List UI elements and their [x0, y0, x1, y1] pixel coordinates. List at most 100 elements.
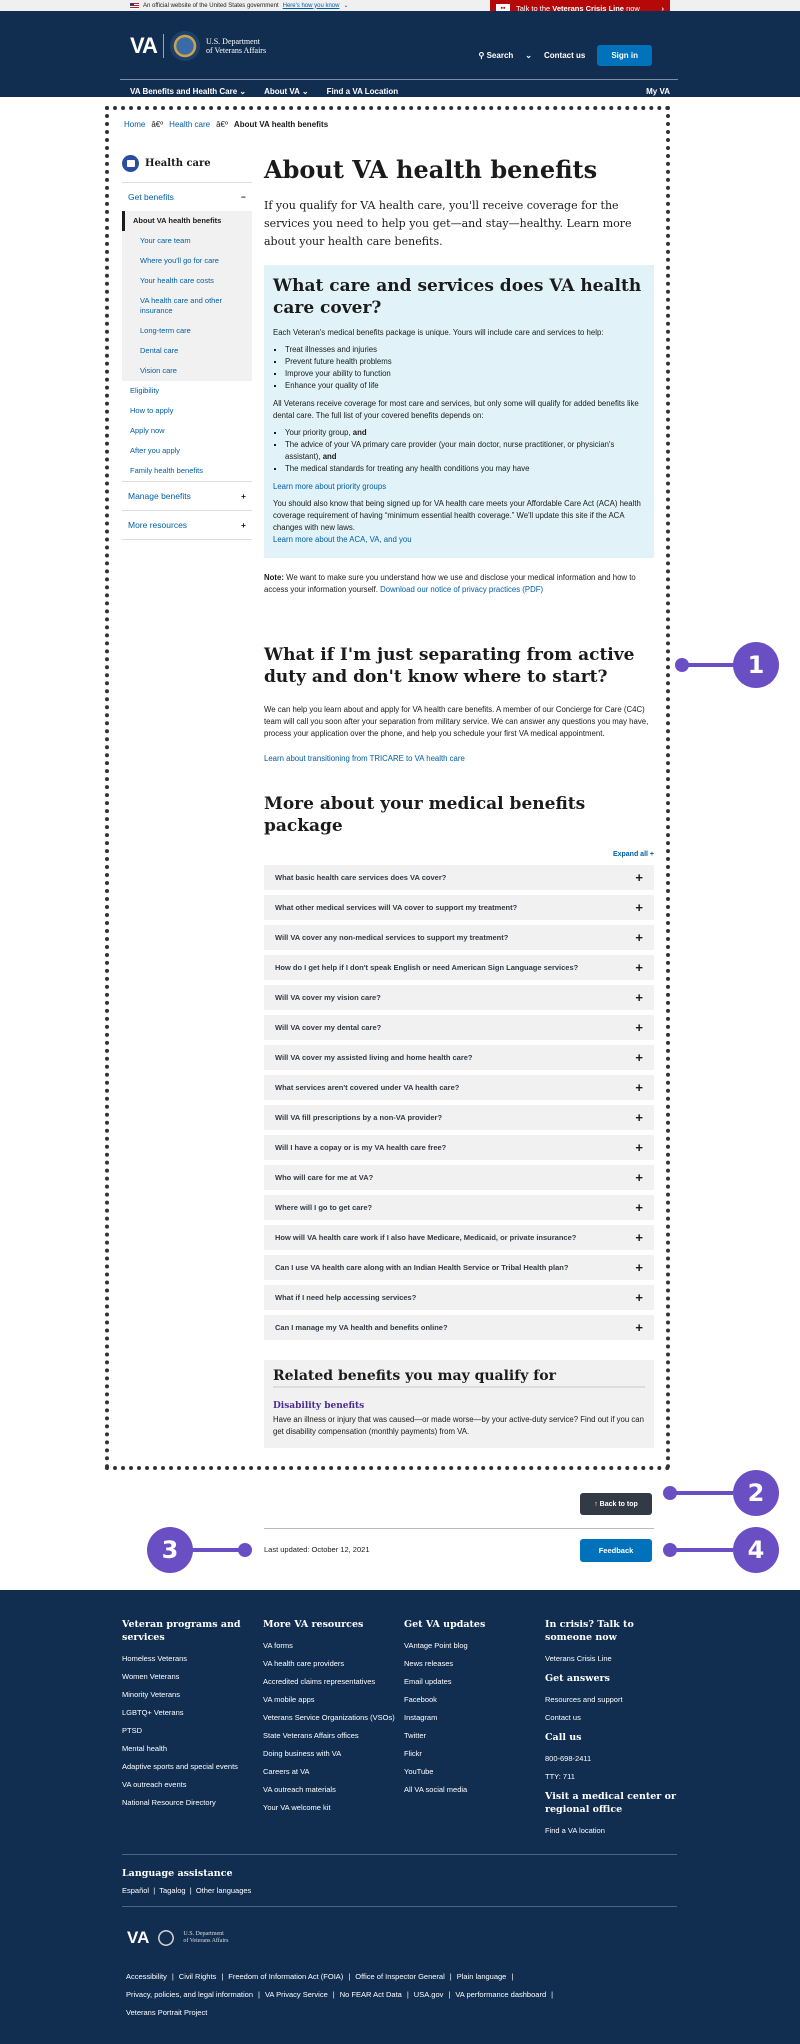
footer-link[interactable]: VA forms [263, 1641, 404, 1651]
legal-link[interactable]: VA Privacy Service [265, 1990, 328, 1999]
footer-link[interactable]: National Resource Directory [122, 1798, 263, 1808]
footer-link[interactable]: News releases [404, 1659, 545, 1669]
sidebar-link[interactable]: Apply now [122, 421, 252, 441]
footer-link[interactable]: Contact us [545, 1713, 680, 1723]
footer-link[interactable]: TTY: 711 [545, 1772, 680, 1782]
footer-link[interactable]: Adaptive sports and special events [122, 1762, 263, 1772]
footer-link[interactable]: Women Veterans [122, 1672, 263, 1682]
footer-link[interactable]: 800-698-2411 [545, 1754, 680, 1764]
legal-link[interactable]: No FEAR Act Data [340, 1990, 402, 1999]
disability-benefits-link[interactable]: Disability benefits [273, 1400, 645, 1412]
breadcrumb-home[interactable]: Home [124, 120, 145, 129]
sidebar-item[interactable]: VA health care and other insurance [122, 291, 252, 321]
footer-link[interactable]: Flickr [404, 1749, 545, 1759]
footer-link[interactable]: Veterans Service Organizations (VSOs) [263, 1713, 404, 1723]
footer-link[interactable]: State Veterans Affairs offices [263, 1731, 404, 1741]
footer-link[interactable]: PTSD [122, 1726, 263, 1736]
sidebar-link[interactable]: Family health benefits [122, 461, 252, 482]
footer-link[interactable]: VA outreach events [122, 1780, 263, 1790]
footer-link[interactable]: Instagram [404, 1713, 545, 1723]
priority-groups-link[interactable]: Learn more about priority groups [273, 482, 386, 491]
footer-link[interactable]: Resources and support [545, 1695, 680, 1705]
legal-link[interactable]: Veterans Portrait Project [126, 2008, 207, 2017]
nav-benefits[interactable]: VA Benefits and Health Care ⌄ [130, 87, 246, 96]
accordion-item[interactable]: What basic health care services does VA … [264, 865, 654, 890]
sidebar-item[interactable]: Long-term care [122, 321, 252, 341]
legal-link[interactable]: Accessibility [126, 1972, 167, 1981]
sidebar-item[interactable]: Your care team [122, 231, 252, 251]
legal-link[interactable]: Privacy, policies, and legal information [126, 1990, 253, 1999]
accordion-item[interactable]: What services aren't covered under VA he… [264, 1075, 654, 1100]
accordion-item[interactable]: What if I need help accessing services? + [264, 1285, 654, 1310]
footer-link[interactable]: Find a VA location [545, 1826, 680, 1836]
accordion-item[interactable]: Will I have a copay or is my VA health c… [264, 1135, 654, 1160]
nav-about-va[interactable]: About VA ⌄ [264, 87, 308, 96]
legal-link[interactable]: Office of Inspector General [355, 1972, 445, 1981]
nav-find-location[interactable]: Find a VA Location [327, 87, 399, 96]
accordion-item[interactable]: Can I use VA health care along with an I… [264, 1255, 654, 1280]
footer-link[interactable]: Careers at VA [263, 1767, 404, 1777]
legal-link[interactable]: Freedom of Information Act (FOIA) [228, 1972, 343, 1981]
footer-link[interactable]: Your VA welcome kit [263, 1803, 404, 1813]
footer-link[interactable]: Doing business with VA [263, 1749, 404, 1759]
va-logo[interactable]: VA U.S. Department of Veterans Affairs [130, 31, 266, 61]
footer-link[interactable]: VA health care providers [263, 1659, 404, 1669]
accordion-item[interactable]: Will VA cover any non-medical services t… [264, 925, 654, 950]
accordion-item[interactable]: Will VA cover my dental care? + [264, 1015, 654, 1040]
sidebar-item-active[interactable]: About VA health benefits [122, 211, 252, 231]
sidebar-item[interactable]: Where you'll go for care [122, 251, 252, 271]
privacy-pdf-link[interactable]: Download our notice of privacy practices… [380, 585, 543, 594]
footer-link[interactable]: YouTube [404, 1767, 545, 1777]
lang-other[interactable]: Other languages [196, 1886, 251, 1895]
footer-link[interactable]: Minority Veterans [122, 1690, 263, 1700]
footer-link[interactable]: All VA social media [404, 1785, 545, 1795]
legal-link[interactable]: VA performance dashboard [455, 1990, 546, 1999]
accordion-item[interactable]: How will VA health care work if I also h… [264, 1225, 654, 1250]
sidebar-item[interactable]: Your health care costs [122, 271, 252, 291]
accordion-item[interactable]: Where will I go to get care? + [264, 1195, 654, 1220]
footer-link[interactable]: Facebook [404, 1695, 545, 1705]
footer-link[interactable]: VA mobile apps [263, 1695, 404, 1705]
breadcrumb-health-care[interactable]: Health care [169, 120, 210, 129]
sign-in-button[interactable]: Sign in [597, 45, 652, 66]
back-to-top-button[interactable]: ↑ Back to top [580, 1493, 652, 1515]
search-button[interactable]: ⚲ Search [479, 51, 514, 60]
footer-link[interactable]: LGBTQ+ Veterans [122, 1708, 263, 1718]
sidebar-item[interactable]: Vision care [122, 361, 252, 381]
feedback-button[interactable]: Feedback [580, 1539, 652, 1562]
accordion-item[interactable]: What other medical services will VA cove… [264, 895, 654, 920]
lang-espanol[interactable]: Español [122, 1886, 149, 1895]
footer-link[interactable]: Accredited claims representatives [263, 1677, 404, 1687]
sidebar-link[interactable]: Eligibility [122, 381, 252, 401]
sidebar-section-more-resources[interactable]: More resources + [122, 511, 252, 540]
accordion-item[interactable]: Will VA cover my assisted living and hom… [264, 1045, 654, 1070]
lang-tagalog[interactable]: Tagalog [159, 1886, 185, 1895]
footer-va-logo[interactable]: VA U.S. Department of Veterans Affairs [127, 1927, 228, 1949]
footer-link[interactable]: VA outreach materials [263, 1785, 404, 1795]
expand-all-button[interactable]: Expand all + [264, 851, 654, 858]
footer-link[interactable]: Twitter [404, 1731, 545, 1741]
aca-link[interactable]: Learn more about the ACA, VA, and you [273, 535, 412, 544]
sidebar-item[interactable]: Dental care [122, 341, 252, 361]
footer-link[interactable]: Homeless Veterans [122, 1654, 263, 1664]
how-you-know-link[interactable]: Here's how you know [283, 3, 340, 9]
sidebar-link[interactable]: After you apply [122, 441, 252, 461]
legal-link[interactable]: Civil Rights [179, 1972, 217, 1981]
accordion-item[interactable]: Can I manage my VA health and benefits o… [264, 1315, 654, 1340]
legal-link[interactable]: USA.gov [414, 1990, 444, 1999]
sidebar-section-manage-benefits[interactable]: Manage benefits + [122, 482, 252, 511]
accordion-item[interactable]: Will VA cover my vision care? + [264, 985, 654, 1010]
footer-link[interactable]: VAntage Point blog [404, 1641, 545, 1651]
accordion-item[interactable]: Who will care for me at VA? + [264, 1165, 654, 1190]
accordion-item[interactable]: How do I get help if I don't speak Engli… [264, 955, 654, 980]
footer-link[interactable]: Veterans Crisis Line [545, 1654, 680, 1664]
footer-link[interactable]: Email updates [404, 1677, 545, 1687]
footer-link[interactable]: Mental health [122, 1744, 263, 1754]
contact-us-link[interactable]: Contact us [544, 51, 585, 60]
sidebar-link[interactable]: How to apply [122, 401, 252, 421]
accordion-item[interactable]: Will VA fill prescriptions by a non-VA p… [264, 1105, 654, 1130]
nav-my-va[interactable]: My VA [646, 87, 670, 96]
legal-link[interactable]: Plain language [457, 1972, 507, 1981]
tricare-link[interactable]: Learn about transitioning from TRICARE t… [264, 754, 654, 763]
sidebar-section-get-benefits[interactable]: Get benefits − [122, 183, 252, 211]
